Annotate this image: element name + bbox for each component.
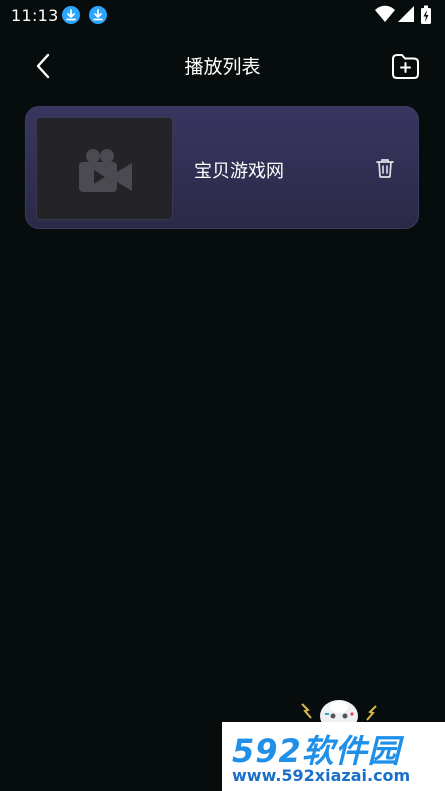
status-time: 11:13 bbox=[11, 6, 59, 25]
playlist-name: 宝贝游戏网 bbox=[194, 161, 284, 182]
battery-charging-icon bbox=[421, 5, 431, 24]
page-title: 播放列表 bbox=[184, 56, 261, 78]
folder-add-icon bbox=[392, 54, 419, 79]
playlist-item[interactable]: 宝贝游戏网 bbox=[25, 106, 419, 229]
watermark: 592软件园 www.592xiazai.com bbox=[222, 722, 445, 791]
signal-icon bbox=[398, 6, 414, 22]
delete-button[interactable] bbox=[374, 157, 396, 179]
video-camera-icon bbox=[79, 149, 132, 192]
new-playlist-button[interactable] bbox=[389, 50, 421, 82]
wifi-icon bbox=[375, 5, 395, 22]
status-bar: 11:13 bbox=[0, 0, 445, 30]
playlist-thumbnail bbox=[36, 117, 173, 220]
app-bar: 播放列表 bbox=[0, 40, 445, 92]
download-icon bbox=[89, 6, 107, 24]
system-icons bbox=[375, 5, 435, 25]
trash-icon bbox=[376, 159, 394, 178]
watermark-url: www.592xiazai.com bbox=[232, 766, 411, 785]
download-icon bbox=[62, 6, 80, 24]
